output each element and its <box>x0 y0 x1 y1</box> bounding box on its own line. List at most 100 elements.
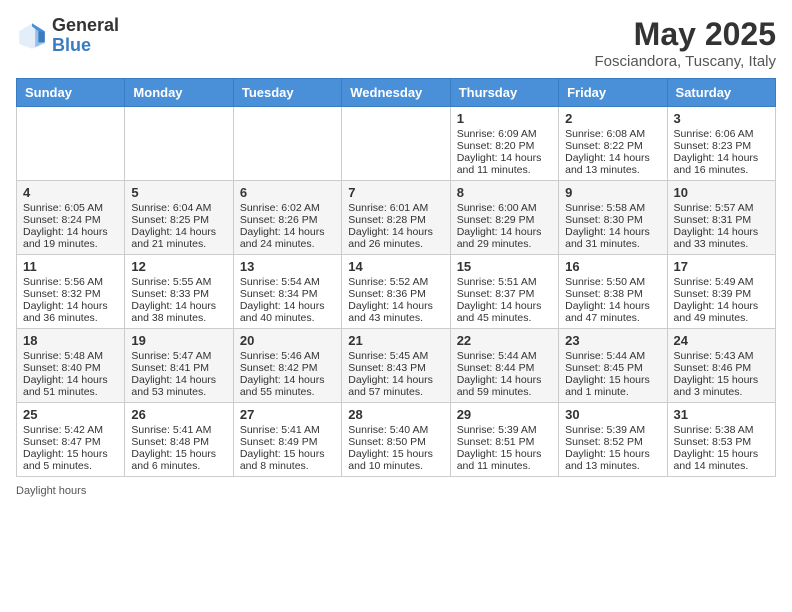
day-info: Daylight: 14 hours and 11 minutes. <box>457 152 552 176</box>
calendar-cell: 15 Sunrise: 5:51 AMSunset: 8:37 PMDayligh… <box>450 255 558 329</box>
day-info: Sunrise: 5:49 AM <box>674 276 769 288</box>
day-info: Daylight: 14 hours and 55 minutes. <box>240 374 335 398</box>
calendar-cell: 19Sunrise: 5:47 AMSunset: 8:41 PMDayligh… <box>125 329 233 403</box>
day-info: Sunrise: 6:00 AM <box>457 202 552 214</box>
footer-text: Daylight hours <box>16 485 86 497</box>
day-info: Sunrise: 5:46 AM <box>240 350 335 362</box>
day-number: 23 <box>565 333 660 348</box>
day-info: Sunset: 8:53 PM <box>674 436 769 448</box>
column-header-sunday: Sunday <box>17 79 125 107</box>
logo-general: General <box>52 15 119 35</box>
day-info: Daylight: 15 hours and 11 minutes. <box>457 448 552 472</box>
location-subtitle: Fosciandora, Tuscany, Italy <box>595 53 776 70</box>
day-info: Sunset: 8:47 PM <box>23 436 118 448</box>
calendar-cell: 9Sunrise: 5:58 AMSunset: 8:30 PMDaylight… <box>559 181 667 255</box>
calendar-cell: 7Sunrise: 6:01 AMSunset: 8:28 PMDaylight… <box>342 181 450 255</box>
calendar-cell: 30Sunrise: 5:39 AMSunset: 8:52 PMDayligh… <box>559 403 667 477</box>
day-info: Sunset: 8:24 PM <box>23 214 118 226</box>
day-info: Sunset: 8:34 PM <box>240 288 335 300</box>
calendar-cell <box>342 107 450 181</box>
day-number: 11 <box>23 259 118 274</box>
day-info: Sunrise: 5:54 AM <box>240 276 335 288</box>
day-info: Sunset: 8:38 PM <box>565 288 660 300</box>
day-info: Daylight: 14 hours and 36 minutes. <box>23 300 118 324</box>
calendar-header-row: SundayMondayTuesdayWednesdayThursdayFrid… <box>17 79 776 107</box>
day-info: Sunrise: 5:47 AM <box>131 350 226 362</box>
day-info: Daylight: 14 hours and 24 minutes. <box>240 226 335 250</box>
day-info: Sunset: 8:40 PM <box>23 362 118 374</box>
day-info: Daylight: 14 hours and 59 minutes. <box>457 374 552 398</box>
day-number: 15 <box>457 259 552 274</box>
day-info: Daylight: 14 hours and 38 minutes. <box>131 300 226 324</box>
day-number: 1 <box>457 111 552 126</box>
day-number: 22 <box>457 333 552 348</box>
calendar-cell: 2Sunrise: 6:08 AMSunset: 8:22 PMDaylight… <box>559 107 667 181</box>
day-info: Daylight: 14 hours and 21 minutes. <box>131 226 226 250</box>
day-info: Daylight: 14 hours and 31 minutes. <box>565 226 660 250</box>
column-header-monday: Monday <box>125 79 233 107</box>
calendar-cell: 14Sunrise: 5:52 AMSunset: 8:36 PMDayligh… <box>342 255 450 329</box>
calendar-cell: 11Sunrise: 5:56 AMSunset: 8:32 PMDayligh… <box>17 255 125 329</box>
day-info: Sunset: 8:45 PM <box>565 362 660 374</box>
day-info: Sunrise: 5:51 AM <box>457 276 552 288</box>
day-number: 31 <box>674 407 769 422</box>
day-info: Daylight: 15 hours and 6 minutes. <box>131 448 226 472</box>
day-info: Daylight: 15 hours and 1 minute. <box>565 374 660 398</box>
day-info: Daylight: 15 hours and 10 minutes. <box>348 448 443 472</box>
calendar-cell: 21Sunrise: 5:45 AMSunset: 8:43 PMDayligh… <box>342 329 450 403</box>
day-info: Sunset: 8:36 PM <box>348 288 443 300</box>
calendar-cell: 5Sunrise: 6:04 AMSunset: 8:25 PMDaylight… <box>125 181 233 255</box>
day-info: Sunset: 8:50 PM <box>348 436 443 448</box>
day-info: Sunset: 8:32 PM <box>23 288 118 300</box>
calendar-cell: 29Sunrise: 5:39 AMSunset: 8:51 PMDayligh… <box>450 403 558 477</box>
day-info: Sunrise: 5:44 AM <box>457 350 552 362</box>
day-info: Sunset: 8:23 PM <box>674 140 769 152</box>
day-number: 5 <box>131 185 226 200</box>
day-number: 21 <box>348 333 443 348</box>
day-info: Sunset: 8:52 PM <box>565 436 660 448</box>
calendar-week-4: 25Sunrise: 5:42 AMSunset: 8:47 PMDayligh… <box>17 403 776 477</box>
calendar-cell: 28 Sunrise: 5:40 AMSunset: 8:50 PMDayligh… <box>342 403 450 477</box>
day-info: Daylight: 14 hours and 26 minutes. <box>348 226 443 250</box>
day-info: Sunrise: 5:50 AM <box>565 276 660 288</box>
day-info: Sunset: 8:33 PM <box>131 288 226 300</box>
day-info: Sunrise: 6:08 AM <box>565 128 660 140</box>
day-info: Daylight: 15 hours and 13 minutes. <box>565 448 660 472</box>
calendar-cell: 27Sunrise: 5:41 AMSunset: 8:49 PMDayligh… <box>233 403 341 477</box>
day-info: Sunset: 8:22 PM <box>565 140 660 152</box>
day-number: 28 <box>348 407 443 422</box>
day-info: Daylight: 14 hours and 45 minutes. <box>457 300 552 324</box>
day-number: 9 <box>565 185 660 200</box>
day-info: Sunset: 8:37 PM <box>457 288 552 300</box>
column-header-thursday: Thursday <box>450 79 558 107</box>
calendar-cell: 26Sunrise: 5:41 AMSunset: 8:48 PMDayligh… <box>125 403 233 477</box>
day-info: Sunrise: 5:40 AM <box>348 424 443 436</box>
column-header-wednesday: Wednesday <box>342 79 450 107</box>
calendar-week-0: 1Sunrise: 6:09 AMSunset: 8:20 PMDaylight… <box>17 107 776 181</box>
column-header-tuesday: Tuesday <box>233 79 341 107</box>
title-block: May 2025 Fosciandora, Tuscany, Italy <box>595 16 776 70</box>
day-number: 12 <box>131 259 226 274</box>
day-info: Sunset: 8:26 PM <box>240 214 335 226</box>
day-info: Sunrise: 5:38 AM <box>674 424 769 436</box>
calendar-week-2: 11Sunrise: 5:56 AMSunset: 8:32 PMDayligh… <box>17 255 776 329</box>
day-number: 6 <box>240 185 335 200</box>
day-info: Sunrise: 6:04 AM <box>131 202 226 214</box>
calendar-cell: 31Sunrise: 5:38 AMSunset: 8:53 PMDayligh… <box>667 403 775 477</box>
day-number: 13 <box>240 259 335 274</box>
calendar-week-3: 18Sunrise: 5:48 AMSunset: 8:40 PMDayligh… <box>17 329 776 403</box>
day-info: Daylight: 14 hours and 19 minutes. <box>23 226 118 250</box>
day-info: Sunrise: 5:44 AM <box>565 350 660 362</box>
day-number: 20 <box>240 333 335 348</box>
logo-blue: Blue <box>52 35 91 55</box>
day-info: Sunrise: 5:43 AM <box>674 350 769 362</box>
calendar-table: SundayMondayTuesdayWednesdayThursdayFrid… <box>16 78 776 477</box>
day-info: Sunrise: 5:41 AM <box>240 424 335 436</box>
day-info: Sunrise: 5:41 AM <box>131 424 226 436</box>
calendar-cell: 22Sunrise: 5:44 AMSunset: 8:44 PMDayligh… <box>450 329 558 403</box>
calendar-cell: 24Sunrise: 5:43 AMSunset: 8:46 PMDayligh… <box>667 329 775 403</box>
day-info: Daylight: 15 hours and 3 minutes. <box>674 374 769 398</box>
calendar-cell: 10Sunrise: 5:57 AMSunset: 8:31 PMDayligh… <box>667 181 775 255</box>
day-info: Daylight: 14 hours and 40 minutes. <box>240 300 335 324</box>
day-info: Daylight: 14 hours and 53 minutes. <box>131 374 226 398</box>
